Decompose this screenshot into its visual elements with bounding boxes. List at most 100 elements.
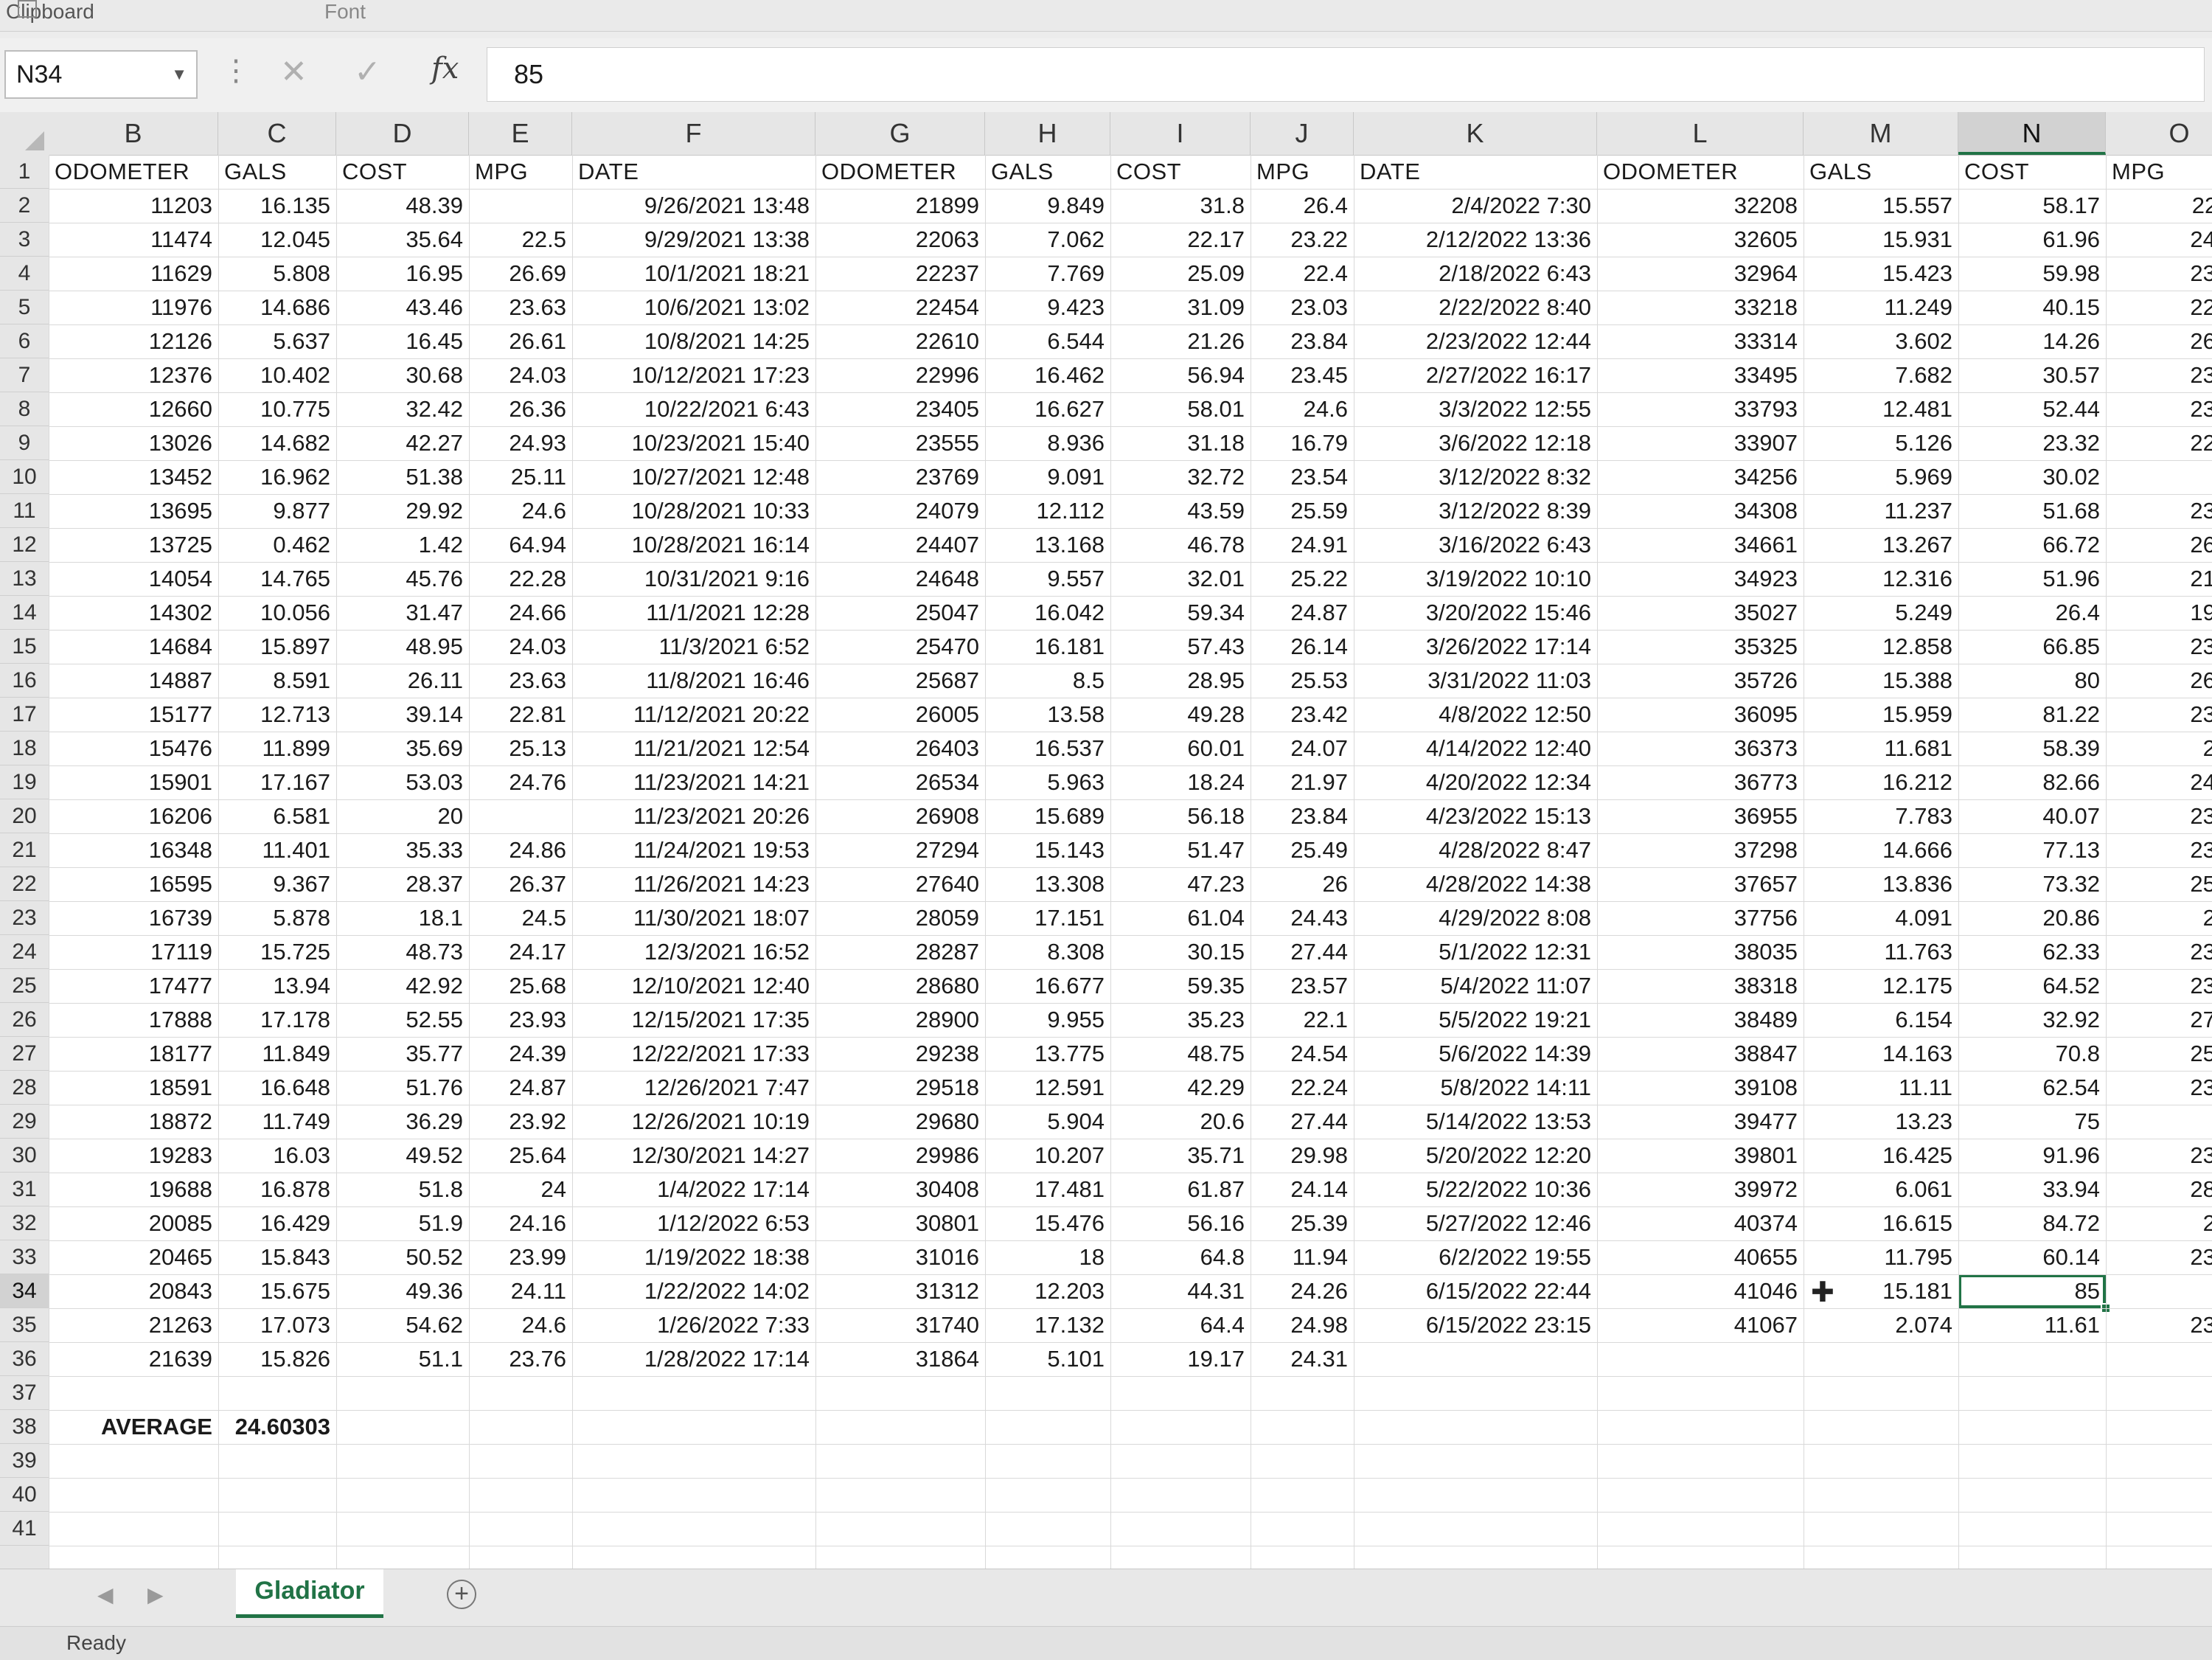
row-header-2[interactable]: 2: [0, 189, 49, 223]
data-cell[interactable]: 9.557: [985, 562, 1110, 596]
data-cell[interactable]: 24.67: [2106, 765, 2212, 799]
data-cell[interactable]: 5.249: [1804, 596, 1958, 630]
vertical-dots-icon[interactable]: ⋮: [221, 56, 251, 86]
data-cell[interactable]: 26.36: [469, 392, 572, 426]
column-title-gals[interactable]: GALS: [985, 155, 1110, 189]
data-cell[interactable]: 20.6: [1110, 1105, 1251, 1139]
data-cell[interactable]: 14054: [49, 562, 218, 596]
data-cell[interactable]: 33793: [1597, 392, 1804, 426]
data-cell[interactable]: 54.62: [336, 1308, 469, 1342]
data-cell[interactable]: 11/30/2021 18:07: [572, 901, 815, 935]
data-cell[interactable]: 42.29: [1110, 1071, 1251, 1105]
data-cell[interactable]: 49.52: [336, 1139, 469, 1173]
data-cell[interactable]: 12.045: [218, 223, 336, 257]
average-label[interactable]: AVERAGE: [49, 1410, 218, 1444]
data-cell[interactable]: 33907: [1597, 426, 1804, 460]
data-cell[interactable]: 32964: [1597, 257, 1804, 291]
data-cell[interactable]: 6.061: [1804, 1173, 1958, 1206]
data-cell[interactable]: 29680: [815, 1105, 985, 1139]
data-cell[interactable]: 22.11: [2106, 189, 2212, 223]
data-cell[interactable]: 23.8: [2106, 732, 2212, 765]
data-cell[interactable]: 57.43: [1110, 630, 1251, 664]
data-cell[interactable]: 24.03: [469, 358, 572, 392]
data-cell[interactable]: 30.57: [1958, 358, 2106, 392]
data-cell[interactable]: 14302: [49, 596, 218, 630]
data-cell[interactable]: 16739: [49, 901, 218, 935]
data-cell[interactable]: 26.14: [1251, 630, 1354, 664]
column-header-h[interactable]: H: [985, 112, 1110, 155]
select-all-button[interactable]: [0, 112, 49, 156]
data-cell[interactable]: 18: [985, 1240, 1110, 1274]
data-cell[interactable]: 3/16/2022 6:43: [1354, 528, 1597, 562]
data-cell[interactable]: 24648: [815, 562, 985, 596]
formula-input[interactable]: 85: [487, 47, 2205, 102]
data-cell[interactable]: 11/12/2021 20:22: [572, 698, 815, 732]
data-cell[interactable]: 11629: [49, 257, 218, 291]
column-title-mpg[interactable]: MPG: [2106, 155, 2212, 189]
data-cell[interactable]: 19688: [49, 1173, 218, 1206]
next-sheet-icon[interactable]: ▶: [147, 1583, 164, 1607]
data-cell[interactable]: 35325: [1597, 630, 1804, 664]
row-header-4[interactable]: 4: [0, 257, 49, 291]
data-cell[interactable]: 14887: [49, 664, 218, 698]
data-cell[interactable]: 10/23/2021 15:40: [572, 426, 815, 460]
data-cell[interactable]: 40374: [1597, 1206, 1804, 1240]
data-cell[interactable]: 39108: [1597, 1071, 1804, 1105]
data-cell[interactable]: 16348: [49, 833, 218, 867]
row-header-36[interactable]: 36: [0, 1342, 49, 1376]
data-cell[interactable]: 5.878: [218, 901, 336, 935]
data-cell[interactable]: 24.87: [1251, 596, 1354, 630]
data-cell[interactable]: 22.28: [469, 562, 572, 596]
data-cell[interactable]: 49.36: [336, 1274, 469, 1308]
data-cell[interactable]: 35.71: [1110, 1139, 1251, 1173]
data-cell[interactable]: 21.97: [1251, 765, 1354, 799]
data-cell[interactable]: 23.28: [2106, 257, 2212, 291]
data-cell[interactable]: 23.22: [1251, 223, 1354, 257]
row-header-14[interactable]: 14: [0, 596, 49, 630]
data-cell[interactable]: 56.16: [1110, 1206, 1251, 1240]
column-header-o[interactable]: O: [2106, 112, 2212, 155]
data-cell[interactable]: 27.79: [2106, 1003, 2212, 1037]
data-cell[interactable]: 12376: [49, 358, 218, 392]
data-cell[interactable]: 32.72: [1110, 460, 1251, 494]
data-cell[interactable]: 23.32: [1958, 426, 2106, 460]
data-cell[interactable]: 22.24: [2106, 426, 2212, 460]
data-cell[interactable]: 1/19/2022 18:38: [572, 1240, 815, 1274]
data-cell[interactable]: 42.92: [336, 969, 469, 1003]
data-cell[interactable]: 16.79: [1251, 426, 1354, 460]
data-cell[interactable]: 16.135: [218, 189, 336, 223]
column-title-gals[interactable]: GALS: [218, 155, 336, 189]
data-cell[interactable]: 48.75: [1110, 1037, 1251, 1071]
column-title-cost[interactable]: COST: [1958, 155, 2106, 189]
data-cell[interactable]: 9.423: [985, 291, 1110, 324]
data-cell[interactable]: 28059: [815, 901, 985, 935]
data-cell[interactable]: 26.65: [2106, 324, 2212, 358]
data-cell[interactable]: 22.81: [469, 698, 572, 732]
data-cell[interactable]: 9.849: [985, 189, 1110, 223]
data-cell[interactable]: 12.316: [1804, 562, 1958, 596]
data-cell[interactable]: 7.783: [1804, 799, 1958, 833]
data-cell[interactable]: 11.94: [1251, 1240, 1354, 1274]
column-header-m[interactable]: M: [1804, 112, 1958, 155]
data-cell[interactable]: 35027: [1597, 596, 1804, 630]
data-cell[interactable]: 17.151: [985, 901, 1110, 935]
data-cell[interactable]: 52.55: [336, 1003, 469, 1037]
column-header-b[interactable]: B: [49, 112, 218, 155]
row-header-37[interactable]: 37: [0, 1376, 49, 1410]
data-cell[interactable]: 9.367: [218, 867, 336, 901]
data-cell[interactable]: 7.062: [985, 223, 1110, 257]
data-cell[interactable]: 22.1: [1251, 1003, 1354, 1037]
data-cell[interactable]: 24.26: [1251, 1274, 1354, 1308]
data-cell[interactable]: 16.615: [1804, 1206, 1958, 1240]
data-cell[interactable]: 29.98: [1251, 1139, 1354, 1173]
data-cell[interactable]: 36773: [1597, 765, 1804, 799]
column-title-gals[interactable]: GALS: [1804, 155, 1958, 189]
data-cell[interactable]: 91.96: [1958, 1139, 2106, 1173]
data-cell[interactable]: 30.15: [1110, 935, 1251, 969]
data-cell[interactable]: 10.402: [218, 358, 336, 392]
data-cell[interactable]: 1/28/2022 17:14: [572, 1342, 815, 1376]
data-cell[interactable]: 5/14/2022 13:53: [1354, 1105, 1597, 1139]
row-header-16[interactable]: 16: [0, 664, 49, 698]
column-title-date[interactable]: DATE: [572, 155, 815, 189]
data-cell[interactable]: 29.92: [336, 494, 469, 528]
